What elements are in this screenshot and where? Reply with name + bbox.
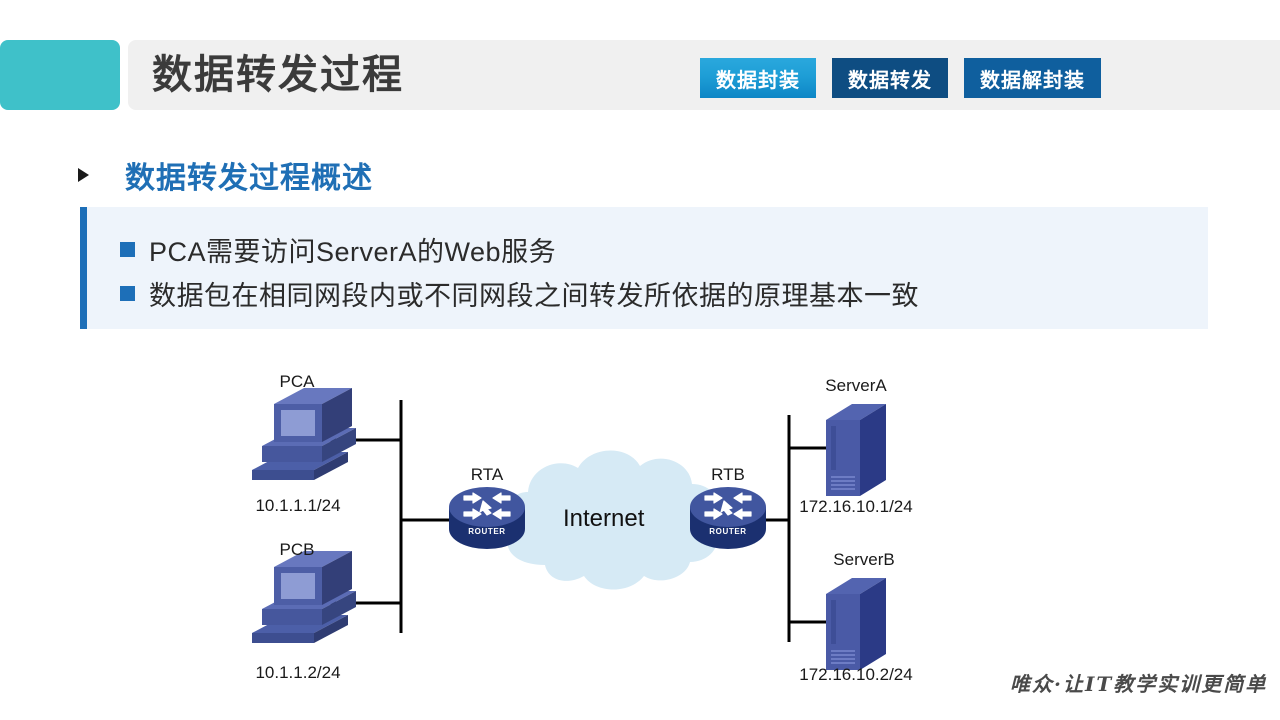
node-label-servera: ServerA xyxy=(825,376,887,395)
pca-computer-icon xyxy=(252,388,356,480)
node-label-rta: RTA xyxy=(470,465,504,484)
network-topology-diagram: ROUTER ROUTER PCA 10.1.1.1/24 PCB 10.1.1… xyxy=(0,350,1280,720)
topic-tab-group: 数据封装 数据转发 数据解封装 xyxy=(700,58,1101,98)
overview-callout-box: PCA需要访问ServerA的Web服务 数据包在相同网段内或不同网段之间转发所… xyxy=(80,207,1208,329)
node-label-serverb: ServerB xyxy=(833,550,895,569)
tab-data-encapsulation[interactable]: 数据封装 xyxy=(700,58,816,98)
list-item: 数据包在相同网段内或不同网段之间转发所依据的原理基本一致 xyxy=(120,271,1180,315)
serverb-server-icon xyxy=(826,578,886,670)
list-item: PCA需要访问ServerA的Web服务 xyxy=(120,227,1180,271)
ip-label-pcb: 10.1.1.2/24 xyxy=(255,663,341,682)
tab-data-forwarding[interactable]: 数据转发 xyxy=(832,58,948,98)
section-title-text: 数据转发过程概述 xyxy=(125,162,373,195)
cloud-label-internet: Internet xyxy=(563,505,645,532)
square-bullet-icon xyxy=(120,241,135,257)
router-badge-text-rtb: ROUTER xyxy=(709,527,746,536)
pcb-computer-icon xyxy=(252,551,356,643)
node-label-rtb: RTB xyxy=(711,465,745,484)
servera-server-icon xyxy=(826,404,886,496)
tab-data-decapsulation[interactable]: 数据解封装 xyxy=(964,58,1101,98)
ip-label-servera: 172.16.10.1/24 xyxy=(799,497,913,516)
triangle-right-icon xyxy=(78,168,89,182)
bullet-text: 数据包在相同网段内或不同网段之间转发所依据的原理基本一致 xyxy=(149,280,919,311)
ip-label-pca: 10.1.1.1/24 xyxy=(255,496,341,515)
node-label-pcb: PCB xyxy=(279,540,315,559)
ip-label-serverb: 172.16.10.2/24 xyxy=(799,665,913,684)
section-heading: 数据转发过程概述 xyxy=(78,155,373,195)
node-label-pca: PCA xyxy=(279,372,315,391)
square-bullet-icon xyxy=(120,285,135,301)
rtb-router-icon: ROUTER xyxy=(690,487,766,549)
bullet-text: PCA需要访问ServerA的Web服务 xyxy=(149,236,557,267)
footer-branding: 唯众·让IT教学实训更简单 xyxy=(1010,672,1268,696)
router-badge-text-rta: ROUTER xyxy=(468,527,505,536)
header-accent-block xyxy=(0,40,120,110)
rta-router-icon: ROUTER xyxy=(449,487,525,549)
page-title: 数据转发过程 xyxy=(152,53,404,97)
bullet-list: PCA需要访问ServerA的Web服务 数据包在相同网段内或不同网段之间转发所… xyxy=(120,227,1180,315)
topology-canvas: ROUTER ROUTER xyxy=(252,388,886,670)
